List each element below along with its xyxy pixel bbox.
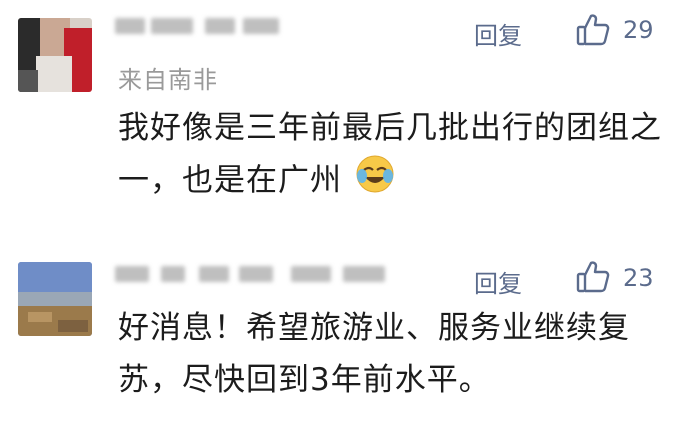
comment-text: 好消息！希望旅游业、服务业继续复苏，尽快回到3年前水平。: [118, 310, 630, 398]
like-count: 29: [623, 16, 654, 44]
avatar[interactable]: [18, 18, 92, 92]
comment-text: 我好像是三年前最后几批出行的团组之一，也是在广州: [118, 102, 678, 210]
reply-button[interactable]: 回复: [474, 16, 522, 51]
comment-item: 回复 23 好消息！希望旅游业、服务业继续复苏，尽快回到3年前水平。: [0, 245, 700, 429]
reply-button[interactable]: 回复: [474, 264, 522, 299]
crying-laughing-emoji-icon: [355, 154, 395, 210]
username-redacted: [115, 14, 295, 40]
like-icon[interactable]: [575, 12, 611, 48]
like-count: 23: [623, 264, 654, 292]
like-icon[interactable]: [575, 259, 611, 295]
username-redacted: [115, 262, 395, 288]
comment-item: 来自南非 回复 29 我好像是三年前最后几批出行的团组之一，也是在广州: [0, 0, 700, 225]
commenter-region: 来自南非: [118, 66, 218, 94]
avatar[interactable]: [18, 262, 92, 336]
